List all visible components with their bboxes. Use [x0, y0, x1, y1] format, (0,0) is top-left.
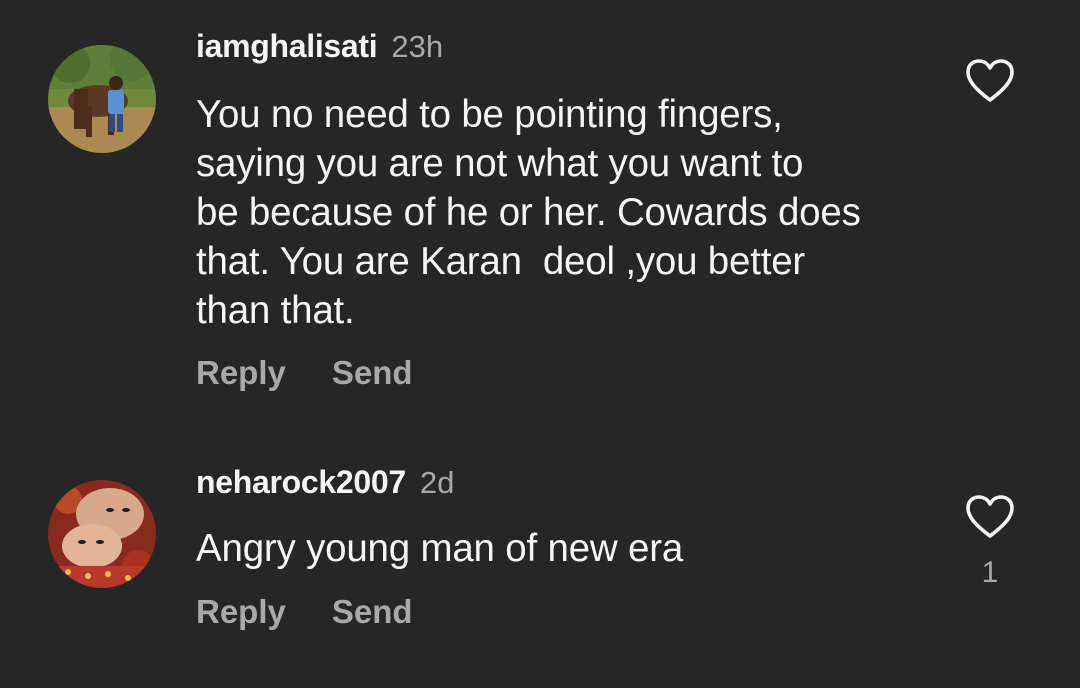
reply-button[interactable]: Reply — [196, 593, 286, 630]
comment-text: Angry young man of new era — [196, 527, 684, 570]
avatar[interactable] — [48, 480, 156, 588]
comment-item: neharock2007 2d Angry young man of new er… — [0, 0, 1080, 688]
like-count: 1 — [981, 556, 999, 589]
like-button[interactable] — [964, 494, 1016, 540]
comment-actions: Reply Send — [196, 593, 459, 631]
avatar-photo — [48, 480, 156, 588]
username[interactable]: neharock2007 — [196, 464, 406, 500]
comment-header: neharock2007 2d — [196, 464, 454, 501]
send-button[interactable]: Send — [332, 593, 413, 630]
heart-outline-icon — [966, 495, 1014, 538]
timestamp[interactable]: 2d — [420, 465, 454, 500]
